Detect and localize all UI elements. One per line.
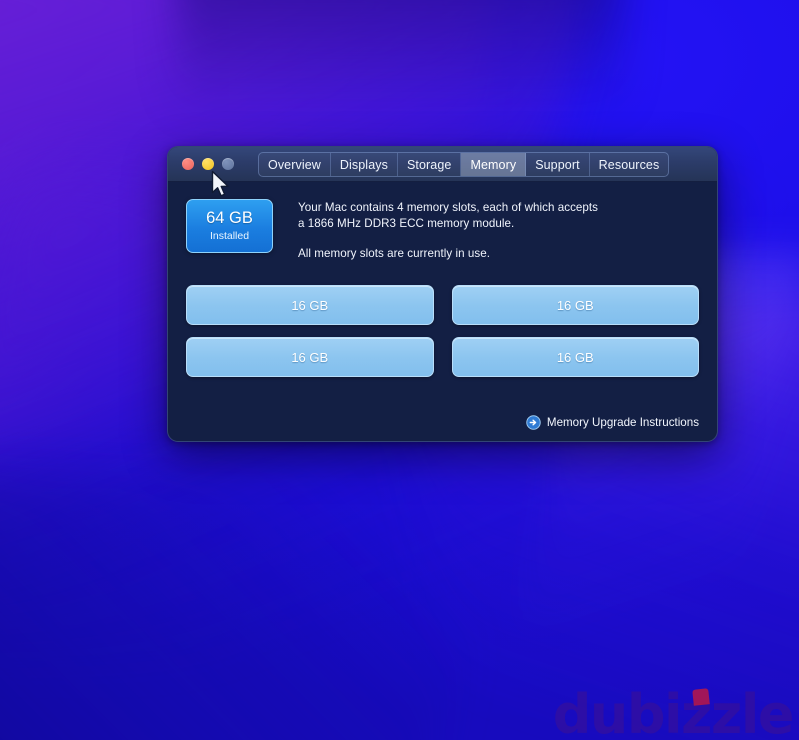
wallpaper-shadow-top — [175, 0, 624, 119]
traffic-lights — [168, 158, 234, 170]
arrow-circle-right-icon — [526, 415, 541, 430]
tab-bar: Overview Displays Storage Memory Support… — [258, 152, 670, 177]
memory-slot-4[interactable]: 16 GB — [451, 337, 699, 378]
tab-overview[interactable]: Overview — [259, 153, 331, 176]
memory-slot-3[interactable]: 16 GB — [186, 337, 434, 378]
memory-description: Your Mac contains 4 memory slots, each o… — [298, 196, 603, 262]
memory-slot-label: 16 GB — [556, 349, 594, 365]
memory-upgrade-link-label: Memory Upgrade Instructions — [546, 416, 699, 429]
memory-upgrade-link[interactable]: Memory Upgrade Instructions — [526, 415, 699, 430]
memory-description-line-1: Your Mac contains 4 memory slots, each o… — [298, 201, 599, 231]
watermark-accent-dot — [692, 688, 710, 706]
installed-memory-size: 64 GB — [206, 208, 253, 227]
dubizzle-watermark: dubizzle — [552, 683, 795, 740]
installed-memory-label: Installed — [209, 230, 250, 243]
tab-displays[interactable]: Displays — [331, 153, 398, 176]
tab-memory[interactable]: Memory — [461, 153, 527, 176]
mouse-cursor — [210, 170, 232, 200]
minimize-button[interactable] — [202, 158, 214, 170]
memory-description-line-2: All memory slots are currently in use. — [298, 246, 490, 260]
tab-support[interactable]: Support — [526, 153, 590, 176]
wallpaper-shadow-bottom-left — [0, 473, 518, 740]
tab-resources[interactable]: Resources — [590, 153, 669, 176]
memory-panel: 64 GB Installed Your Mac contains 4 memo… — [168, 182, 717, 441]
tab-storage[interactable]: Storage — [398, 153, 462, 176]
memory-slot-label: 16 GB — [556, 297, 594, 313]
memory-slot-1[interactable]: 16 GB — [186, 285, 434, 326]
memory-slot-2[interactable]: 16 GB — [451, 285, 699, 326]
zoom-button[interactable] — [222, 158, 234, 170]
memory-summary-row: 64 GB Installed Your Mac contains 4 memo… — [186, 196, 699, 262]
watermark-text: dubizzle — [552, 683, 795, 740]
window-titlebar: Overview Displays Storage Memory Support… — [168, 147, 717, 182]
close-button[interactable] — [182, 158, 194, 170]
memory-slot-label: 16 GB — [291, 349, 329, 365]
memory-slot-label: 16 GB — [291, 297, 329, 313]
about-this-mac-window: Overview Displays Storage Memory Support… — [167, 146, 718, 442]
memory-slots-grid: 16 GB 16 GB 16 GB 16 GB — [186, 285, 699, 378]
installed-memory-badge: 64 GB Installed — [186, 199, 273, 253]
